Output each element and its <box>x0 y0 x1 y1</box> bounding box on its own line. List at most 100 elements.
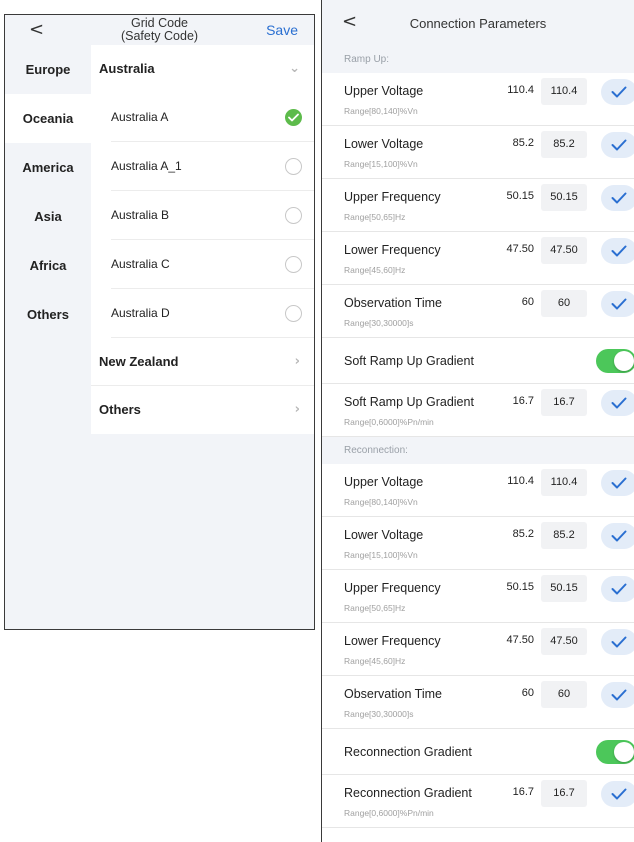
param-name: Lower Voltage <box>344 137 424 151</box>
param-row-lower-voltage: Lower Voltage Range[15,100]%Vn 85.2 85.2 <box>322 126 634 179</box>
param-value-input[interactable]: 60 <box>541 681 587 708</box>
toggle-knob <box>614 742 634 762</box>
confirm-check-icon[interactable] <box>601 185 634 211</box>
param-value-input[interactable]: 16.7 <box>541 389 587 416</box>
connection-parameters-screen: < Connection Parameters Ramp Up: Upper V… <box>321 0 634 842</box>
group-australia[interactable]: Australia ⌄ <box>91 45 314 93</box>
region-item-others[interactable]: Others <box>5 290 91 339</box>
page-title: Connection Parameters <box>409 16 547 31</box>
country-item-australia-a[interactable]: Australia A <box>91 93 314 142</box>
param-name: Lower Frequency <box>344 634 441 648</box>
param-value-input[interactable]: 110.4 <box>541 469 587 496</box>
region-item-africa[interactable]: Africa <box>5 241 91 290</box>
country-item-australia-a1[interactable]: Australia A_1 <box>91 142 314 191</box>
param-value-input[interactable]: 47.50 <box>541 237 587 264</box>
country-list: Australia ⌄ Australia A Australia A_1 Au… <box>91 45 314 434</box>
section-header-ramp-up: Ramp Up: <box>322 46 634 73</box>
param-value-input[interactable]: 50.15 <box>541 184 587 211</box>
param-name: Lower Voltage <box>344 528 424 542</box>
confirm-check-icon[interactable] <box>601 576 634 602</box>
region-item-oceania[interactable]: Oceania <box>5 94 91 143</box>
country-label: Australia A_1 <box>111 159 182 173</box>
param-value-input[interactable]: 85.2 <box>541 131 587 158</box>
param-row-observation-time: Observation Time Range[30,30000]s 60 60 <box>322 285 634 338</box>
param-name: Upper Frequency <box>344 190 441 204</box>
group-new-zealand[interactable]: New Zealand › <box>91 338 314 386</box>
param-current-value: 60 <box>521 687 534 699</box>
radio-circle-icon[interactable] <box>285 256 302 273</box>
param-current-value: 110.4 <box>507 475 534 487</box>
confirm-check-icon[interactable] <box>601 781 634 807</box>
param-row-upper-voltage: Upper Voltage Range[80,140]%Vn 110.4 110… <box>322 464 634 517</box>
param-range: Range[45,60]Hz <box>344 656 406 666</box>
param-name: Upper Voltage <box>344 475 424 489</box>
confirm-check-icon[interactable] <box>601 523 634 549</box>
save-button[interactable]: Save <box>266 22 298 38</box>
confirm-check-icon[interactable] <box>601 132 634 158</box>
param-row-upper-frequency: Upper Frequency Range[50,65]Hz 50.15 50.… <box>322 570 634 623</box>
country-item-australia-c[interactable]: Australia C <box>91 240 314 289</box>
region-list: Europe Oceania America Asia Africa Other… <box>5 45 91 629</box>
param-name: Observation Time <box>344 296 442 310</box>
confirm-check-icon[interactable] <box>601 79 634 105</box>
param-range: Range[15,100]%Vn <box>344 159 418 169</box>
region-item-america[interactable]: America <box>5 143 91 192</box>
grid-code-screen: < Grid Code (Safety Code) Save Europe Oc… <box>4 14 315 630</box>
confirm-check-icon[interactable] <box>601 390 634 416</box>
reconnection-gradient-toggle[interactable] <box>596 740 634 764</box>
param-value-input[interactable]: 60 <box>541 290 587 317</box>
confirm-check-icon[interactable] <box>601 238 634 264</box>
country-label: Australia C <box>111 257 170 271</box>
param-name: Observation Time <box>344 687 442 701</box>
group-label: Australia <box>99 61 155 76</box>
param-range: Range[45,60]Hz <box>344 265 406 275</box>
toggle-row-soft-ramp-up-gradient: Soft Ramp Up Gradient <box>322 338 634 384</box>
group-others[interactable]: Others › <box>91 386 314 434</box>
radio-circle-icon[interactable] <box>285 158 302 175</box>
chevron-down-icon: ⌄ <box>289 61 300 76</box>
param-current-value: 85.2 <box>512 137 534 149</box>
region-item-asia[interactable]: Asia <box>5 192 91 241</box>
country-item-australia-d[interactable]: Australia D <box>91 289 314 338</box>
param-value-input[interactable]: 85.2 <box>541 522 587 549</box>
group-label: New Zealand <box>99 354 179 369</box>
param-value-input[interactable]: 16.7 <box>541 780 587 807</box>
connection-parameters-header: < Connection Parameters <box>322 0 634 46</box>
confirm-check-icon[interactable] <box>601 682 634 708</box>
param-range: Range[80,140]%Vn <box>344 497 418 507</box>
param-current-value: 60 <box>521 296 534 308</box>
country-item-australia-b[interactable]: Australia B <box>91 191 314 240</box>
check-circle-icon[interactable] <box>285 109 302 126</box>
radio-circle-icon[interactable] <box>285 207 302 224</box>
region-item-europe[interactable]: Europe <box>5 45 91 94</box>
param-row-upper-voltage: Upper Voltage Range[80,140]%Vn 110.4 110… <box>322 73 634 126</box>
param-value-input[interactable]: 110.4 <box>541 78 587 105</box>
param-row-soft-ramp-up-gradient: Soft Ramp Up Gradient Range[0,6000]%Pn/m… <box>322 384 634 437</box>
chevron-right-icon: › <box>294 402 300 417</box>
param-row-observation-time: Observation Time Range[30,30000]s 60 60 <box>322 676 634 729</box>
soft-ramp-up-toggle[interactable] <box>596 349 634 373</box>
confirm-check-icon[interactable] <box>601 629 634 655</box>
toggle-row-reconnection-gradient: Reconnection Gradient <box>322 729 634 775</box>
param-value-input[interactable]: 50.15 <box>541 575 587 602</box>
param-current-value: 47.50 <box>506 634 534 646</box>
param-current-value: 50.15 <box>506 190 534 202</box>
param-current-value: 16.7 <box>512 395 534 407</box>
param-row-upper-frequency: Upper Frequency Range[50,65]Hz 50.15 50.… <box>322 179 634 232</box>
param-current-value: 85.2 <box>512 528 534 540</box>
param-range: Range[30,30000]s <box>344 318 414 328</box>
radio-circle-icon[interactable] <box>285 305 302 322</box>
param-current-value: 16.7 <box>512 786 534 798</box>
grid-code-header: < Grid Code (Safety Code) Save <box>5 15 314 45</box>
param-range: Range[50,65]Hz <box>344 603 406 613</box>
param-name: Reconnection Gradient <box>344 786 472 800</box>
param-range: Range[0,6000]%Pn/min <box>344 417 434 427</box>
param-name: Soft Ramp Up Gradient <box>344 395 474 409</box>
param-value-input[interactable]: 47.50 <box>541 628 587 655</box>
param-range: Range[15,100]%Vn <box>344 550 418 560</box>
param-row-lower-frequency: Lower Frequency Range[45,60]Hz 47.50 47.… <box>322 623 634 676</box>
toggle-label: Reconnection Gradient <box>344 745 472 759</box>
confirm-check-icon[interactable] <box>601 291 634 317</box>
param-range: Range[0,6000]%Pn/min <box>344 808 434 818</box>
confirm-check-icon[interactable] <box>601 470 634 496</box>
